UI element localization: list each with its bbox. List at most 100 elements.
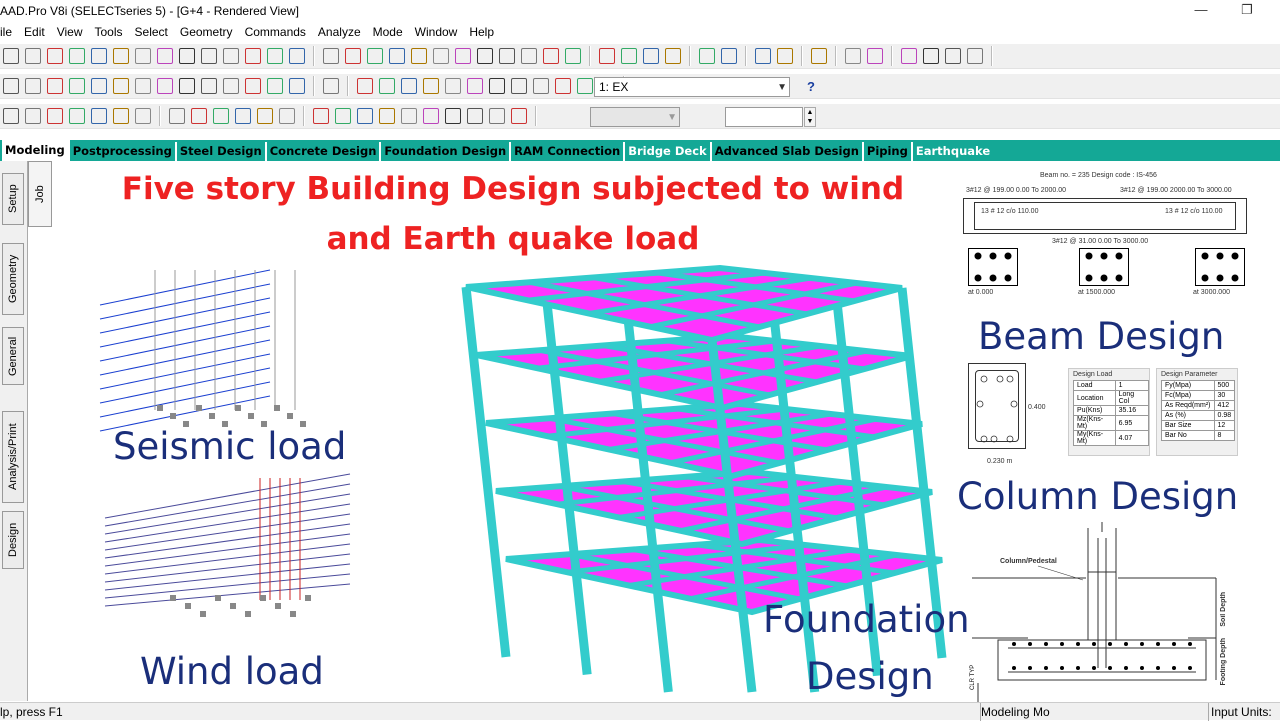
rebar-dot <box>1115 274 1123 282</box>
rebar-dot <box>974 274 982 282</box>
rebar-dot <box>989 274 997 282</box>
support-node <box>185 603 191 609</box>
seismic-load-arrow <box>99 283 271 320</box>
table-cell: 12 <box>1213 420 1236 431</box>
table-cell: Fc(Mpa) <box>1161 390 1215 401</box>
table-row: Mz(Kns-Mt) 6.95 <box>1073 415 1150 431</box>
support-node <box>245 611 251 617</box>
seismic-load-arrow <box>99 381 271 418</box>
rebar-dot <box>1028 666 1032 670</box>
rebar-dot <box>1076 666 1080 670</box>
table-cell: 4.07 <box>1114 430 1150 446</box>
rebar-dot <box>1172 666 1176 670</box>
status-units: Input Units: <box>1208 703 1272 721</box>
table-cell: Bar No <box>1161 430 1215 441</box>
rebar-dot <box>1004 252 1012 260</box>
rebar-dot <box>1060 642 1064 646</box>
rebar-dot <box>1004 274 1012 282</box>
rebar-dot <box>1124 666 1128 670</box>
rebar-dot <box>1012 666 1016 670</box>
support-node <box>275 603 281 609</box>
rebar-dot <box>1085 274 1093 282</box>
wind-load-line <box>104 583 351 607</box>
table-row: Bar No 8 <box>1161 430 1236 441</box>
table-row: Pu(Kns) 35.16 <box>1073 405 1150 416</box>
status-mode: Modeling Mo <box>980 703 1056 721</box>
rebar-dot <box>1156 666 1160 670</box>
wind-load-line <box>104 523 351 559</box>
table-cell: 35.16 <box>1114 405 1150 416</box>
table-cell: Load <box>1073 380 1116 391</box>
overlay-title: Five story Building Design subjected to … <box>121 171 905 257</box>
design-parameter-table: Fy(Mpa) 500 Fc(Mpa) 30 As Reqd(mm²) 412 As (%)… <box>1161 380 1236 441</box>
support-node <box>248 413 254 419</box>
seismic-load-label: Seismic load <box>113 425 347 468</box>
status-bar: lp, press F1 Modeling Mo Input Units: <box>0 702 1280 721</box>
rebar-dot <box>1140 666 1144 670</box>
rebar-dot <box>1100 274 1108 282</box>
rebar-dot <box>1115 252 1123 260</box>
table-cell: Fy(Mpa) <box>1161 380 1215 391</box>
wind-load-line <box>104 533 351 567</box>
wind-load-label: Wind load <box>140 650 324 693</box>
column-bars <box>976 375 1018 443</box>
table-cell: As (%) <box>1161 410 1215 421</box>
rebar-dot <box>1188 642 1192 646</box>
beam-bars <box>974 252 1239 282</box>
rebar-dot <box>1216 274 1224 282</box>
table-row: Bar Size 12 <box>1161 420 1236 431</box>
clr-label: CLR TYP <box>970 665 976 690</box>
building-column <box>461 286 511 658</box>
support-node <box>287 413 293 419</box>
rebar-dot <box>974 252 982 260</box>
table-row: Location Long Col <box>1073 390 1150 406</box>
rebar-dot <box>1076 642 1080 646</box>
table-cell: My(Kns-Mt) <box>1073 430 1116 446</box>
status-help-text: lp, press F1 <box>0 705 63 719</box>
rebar-dot <box>1124 642 1128 646</box>
design-load-table: Load 1 Location Long Col Pu(Kns) 35.16 Mz(Kns-… <box>1073 380 1150 446</box>
rebar-dot <box>989 252 997 260</box>
footing-column-label: Column/Pedestal <box>1000 558 1057 565</box>
support-node <box>290 611 296 617</box>
wind-load-line <box>104 503 351 543</box>
support-node <box>260 595 266 601</box>
support-node <box>230 603 236 609</box>
seismic-load-arrow <box>99 353 271 390</box>
foundation-label-2: Design <box>806 655 934 698</box>
rebar-dot <box>1108 642 1112 646</box>
rebar-dot <box>1172 642 1176 646</box>
table-cell: Mz(Kns-Mt) <box>1073 415 1116 431</box>
rebar-dot <box>1092 642 1096 646</box>
beam-design-label: Beam Design <box>978 315 1225 358</box>
table-row: As (%) 0.98 <box>1161 410 1236 421</box>
table-row: My(Kns-Mt) 4.07 <box>1073 430 1150 446</box>
support-node <box>274 405 280 411</box>
support-node <box>170 595 176 601</box>
support-node <box>235 405 241 411</box>
support-node <box>209 413 215 419</box>
table-row: As Reqd(mm²) 412 <box>1161 400 1236 411</box>
rebar-dot <box>1231 252 1239 260</box>
wind-load-line <box>104 473 351 519</box>
support-node <box>157 405 163 411</box>
table-row: Fy(Mpa) 500 <box>1161 380 1236 391</box>
footing-detail-drawing: CLR TYP <box>970 522 1217 702</box>
seismic-load-arrow <box>99 339 271 376</box>
rebar-dot <box>1085 252 1093 260</box>
design-load-panel: Design Load Load 1 Location Long Col Pu(Kns)… <box>1068 368 1150 456</box>
rebar-dot <box>1108 666 1112 670</box>
rebar-dot <box>1201 252 1209 260</box>
rebar-dot <box>1044 666 1048 670</box>
rebar-dot <box>1012 642 1016 646</box>
rebar-dot <box>1156 642 1160 646</box>
rebar-dot <box>1028 642 1032 646</box>
table-cell: 6.95 <box>1114 415 1150 431</box>
support-node <box>215 595 221 601</box>
support-node <box>170 413 176 419</box>
seismic-load-arrow <box>99 311 271 348</box>
support-node <box>305 595 311 601</box>
support-node <box>200 611 206 617</box>
table-cell: 500 <box>1213 380 1236 391</box>
rebar-dot <box>1044 642 1048 646</box>
